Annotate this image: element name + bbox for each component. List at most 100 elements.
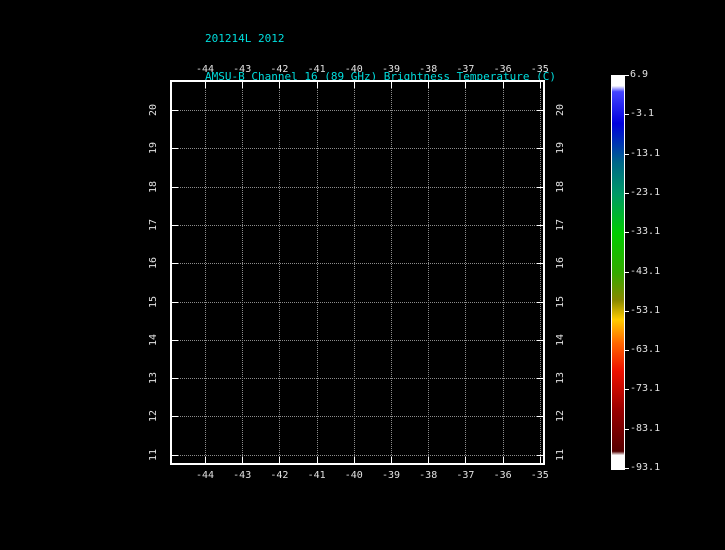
y-tick-label-left: 19	[148, 142, 159, 155]
x-tick-label-top: -35	[530, 64, 549, 75]
x-tick-mark	[539, 457, 541, 463]
y-tick-label-right: 11	[555, 448, 566, 461]
header-date-line: 201214L 2012	[205, 32, 285, 45]
colorbar-tick-mark	[625, 271, 629, 273]
y-tick-mark	[537, 224, 543, 226]
y-tick-mark	[537, 454, 543, 456]
colorbar-tick-label: -43.1	[630, 265, 661, 277]
x-tick-mark	[316, 82, 318, 88]
colorbar-tick-label: -53.1	[630, 304, 661, 316]
x-tick-label-top: -41	[307, 64, 326, 75]
y-tick-mark	[172, 148, 178, 150]
y-tick-label-right: 14	[555, 333, 566, 346]
y-tick-mark	[172, 186, 178, 188]
y-tick-mark	[537, 378, 543, 380]
y-tick-label-right: 19	[555, 142, 566, 155]
x-tick-mark	[539, 82, 541, 88]
x-gridline	[465, 82, 467, 463]
colorbar-tick-mark	[625, 114, 629, 116]
x-tick-mark	[279, 457, 281, 463]
x-tick-label-bottom: -43	[233, 470, 252, 481]
x-tick-mark	[391, 82, 392, 88]
colorbar-tick-mark	[625, 389, 629, 391]
x-gridline	[242, 82, 244, 463]
x-tick-mark	[428, 457, 430, 463]
x-tick-label-bottom: -41	[307, 470, 326, 481]
y-tick-label-right: 16	[555, 257, 566, 270]
x-tick-mark	[242, 457, 244, 463]
colorbar-tick-label: -33.1	[630, 226, 661, 238]
y-tick-label-left: 15	[148, 295, 159, 308]
colorbar-tick-mark	[625, 350, 629, 352]
plot-canvas: 201214L 2012 AMSU-B Channel 16 (89 GHz) …	[0, 0, 725, 550]
x-tick-mark	[428, 82, 430, 88]
x-tick-label-top: -40	[344, 64, 363, 75]
colorbar-tick-label: -23.1	[630, 186, 661, 198]
x-tick-label-bottom: -36	[493, 470, 512, 481]
y-tick-label-right: 20	[555, 103, 566, 117]
y-gridline	[172, 263, 543, 265]
x-gridline	[353, 82, 355, 463]
y-tick-label-left: 16	[148, 257, 159, 270]
x-tick-label-top: -42	[270, 64, 289, 75]
x-tick-mark	[502, 457, 504, 463]
y-tick-mark	[172, 110, 178, 111]
x-tick-label-bottom: -40	[344, 470, 363, 481]
x-tick-mark	[316, 457, 318, 463]
y-tick-mark	[537, 110, 543, 111]
y-tick-label-left: 14	[148, 333, 159, 346]
y-tick-label-left: 20	[148, 103, 159, 117]
y-tick-mark	[172, 454, 178, 456]
x-tick-mark	[205, 457, 206, 463]
y-tick-mark	[172, 224, 178, 226]
y-gridline	[172, 378, 543, 380]
x-tick-label-top: -43	[233, 64, 252, 75]
colorbar-tick-mark	[625, 468, 629, 469]
y-gridline	[172, 454, 543, 456]
y-gridline	[172, 301, 543, 303]
colorbar-tick-mark	[625, 153, 629, 155]
y-tick-label-right: 12	[555, 410, 566, 423]
x-tick-mark	[279, 82, 281, 88]
y-gridline	[172, 416, 543, 418]
x-gridline	[279, 82, 281, 463]
x-tick-label-bottom: -35	[530, 470, 549, 481]
x-gridline	[539, 82, 541, 463]
x-gridline	[205, 82, 206, 463]
colorbar-tick-label: -93.1	[630, 462, 661, 473]
y-gridline	[172, 224, 543, 226]
y-tick-mark	[537, 339, 543, 341]
y-tick-label-left: 18	[148, 180, 159, 193]
x-tick-label-bottom: -44	[195, 470, 215, 481]
colorbar-tick-label: 6.9	[630, 69, 649, 80]
y-tick-label-left: 17	[148, 218, 159, 231]
plot-area	[170, 80, 545, 465]
y-tick-mark	[537, 416, 543, 418]
y-tick-mark	[537, 186, 543, 188]
colorbar-gradient	[611, 75, 625, 470]
y-tick-mark	[172, 378, 178, 380]
x-tick-mark	[353, 82, 355, 88]
y-gridline	[172, 110, 543, 111]
colorbar-tick-label: -3.1	[630, 108, 655, 120]
y-tick-label-right: 13	[555, 372, 566, 385]
x-tick-mark	[391, 457, 392, 463]
y-tick-mark	[537, 301, 543, 303]
x-tick-label-top: -44	[195, 64, 215, 75]
x-tick-label-top: -38	[419, 64, 438, 75]
x-tick-label-bottom: -42	[270, 470, 289, 481]
y-tick-mark	[172, 339, 178, 341]
y-tick-label-left: 12	[148, 410, 159, 423]
y-tick-label-right: 18	[555, 180, 566, 193]
x-tick-mark	[205, 82, 206, 88]
y-tick-mark	[537, 263, 543, 265]
colorbar-tick-mark	[625, 428, 629, 430]
colorbar-tick-label: -63.1	[630, 344, 661, 356]
x-tick-label-bottom: -39	[381, 470, 401, 481]
x-tick-label-top: -37	[456, 64, 475, 75]
y-tick-label-right: 17	[555, 218, 566, 231]
y-gridline	[172, 186, 543, 188]
y-tick-label-left: 13	[148, 372, 159, 385]
x-tick-mark	[465, 82, 467, 88]
x-tick-mark	[353, 457, 355, 463]
